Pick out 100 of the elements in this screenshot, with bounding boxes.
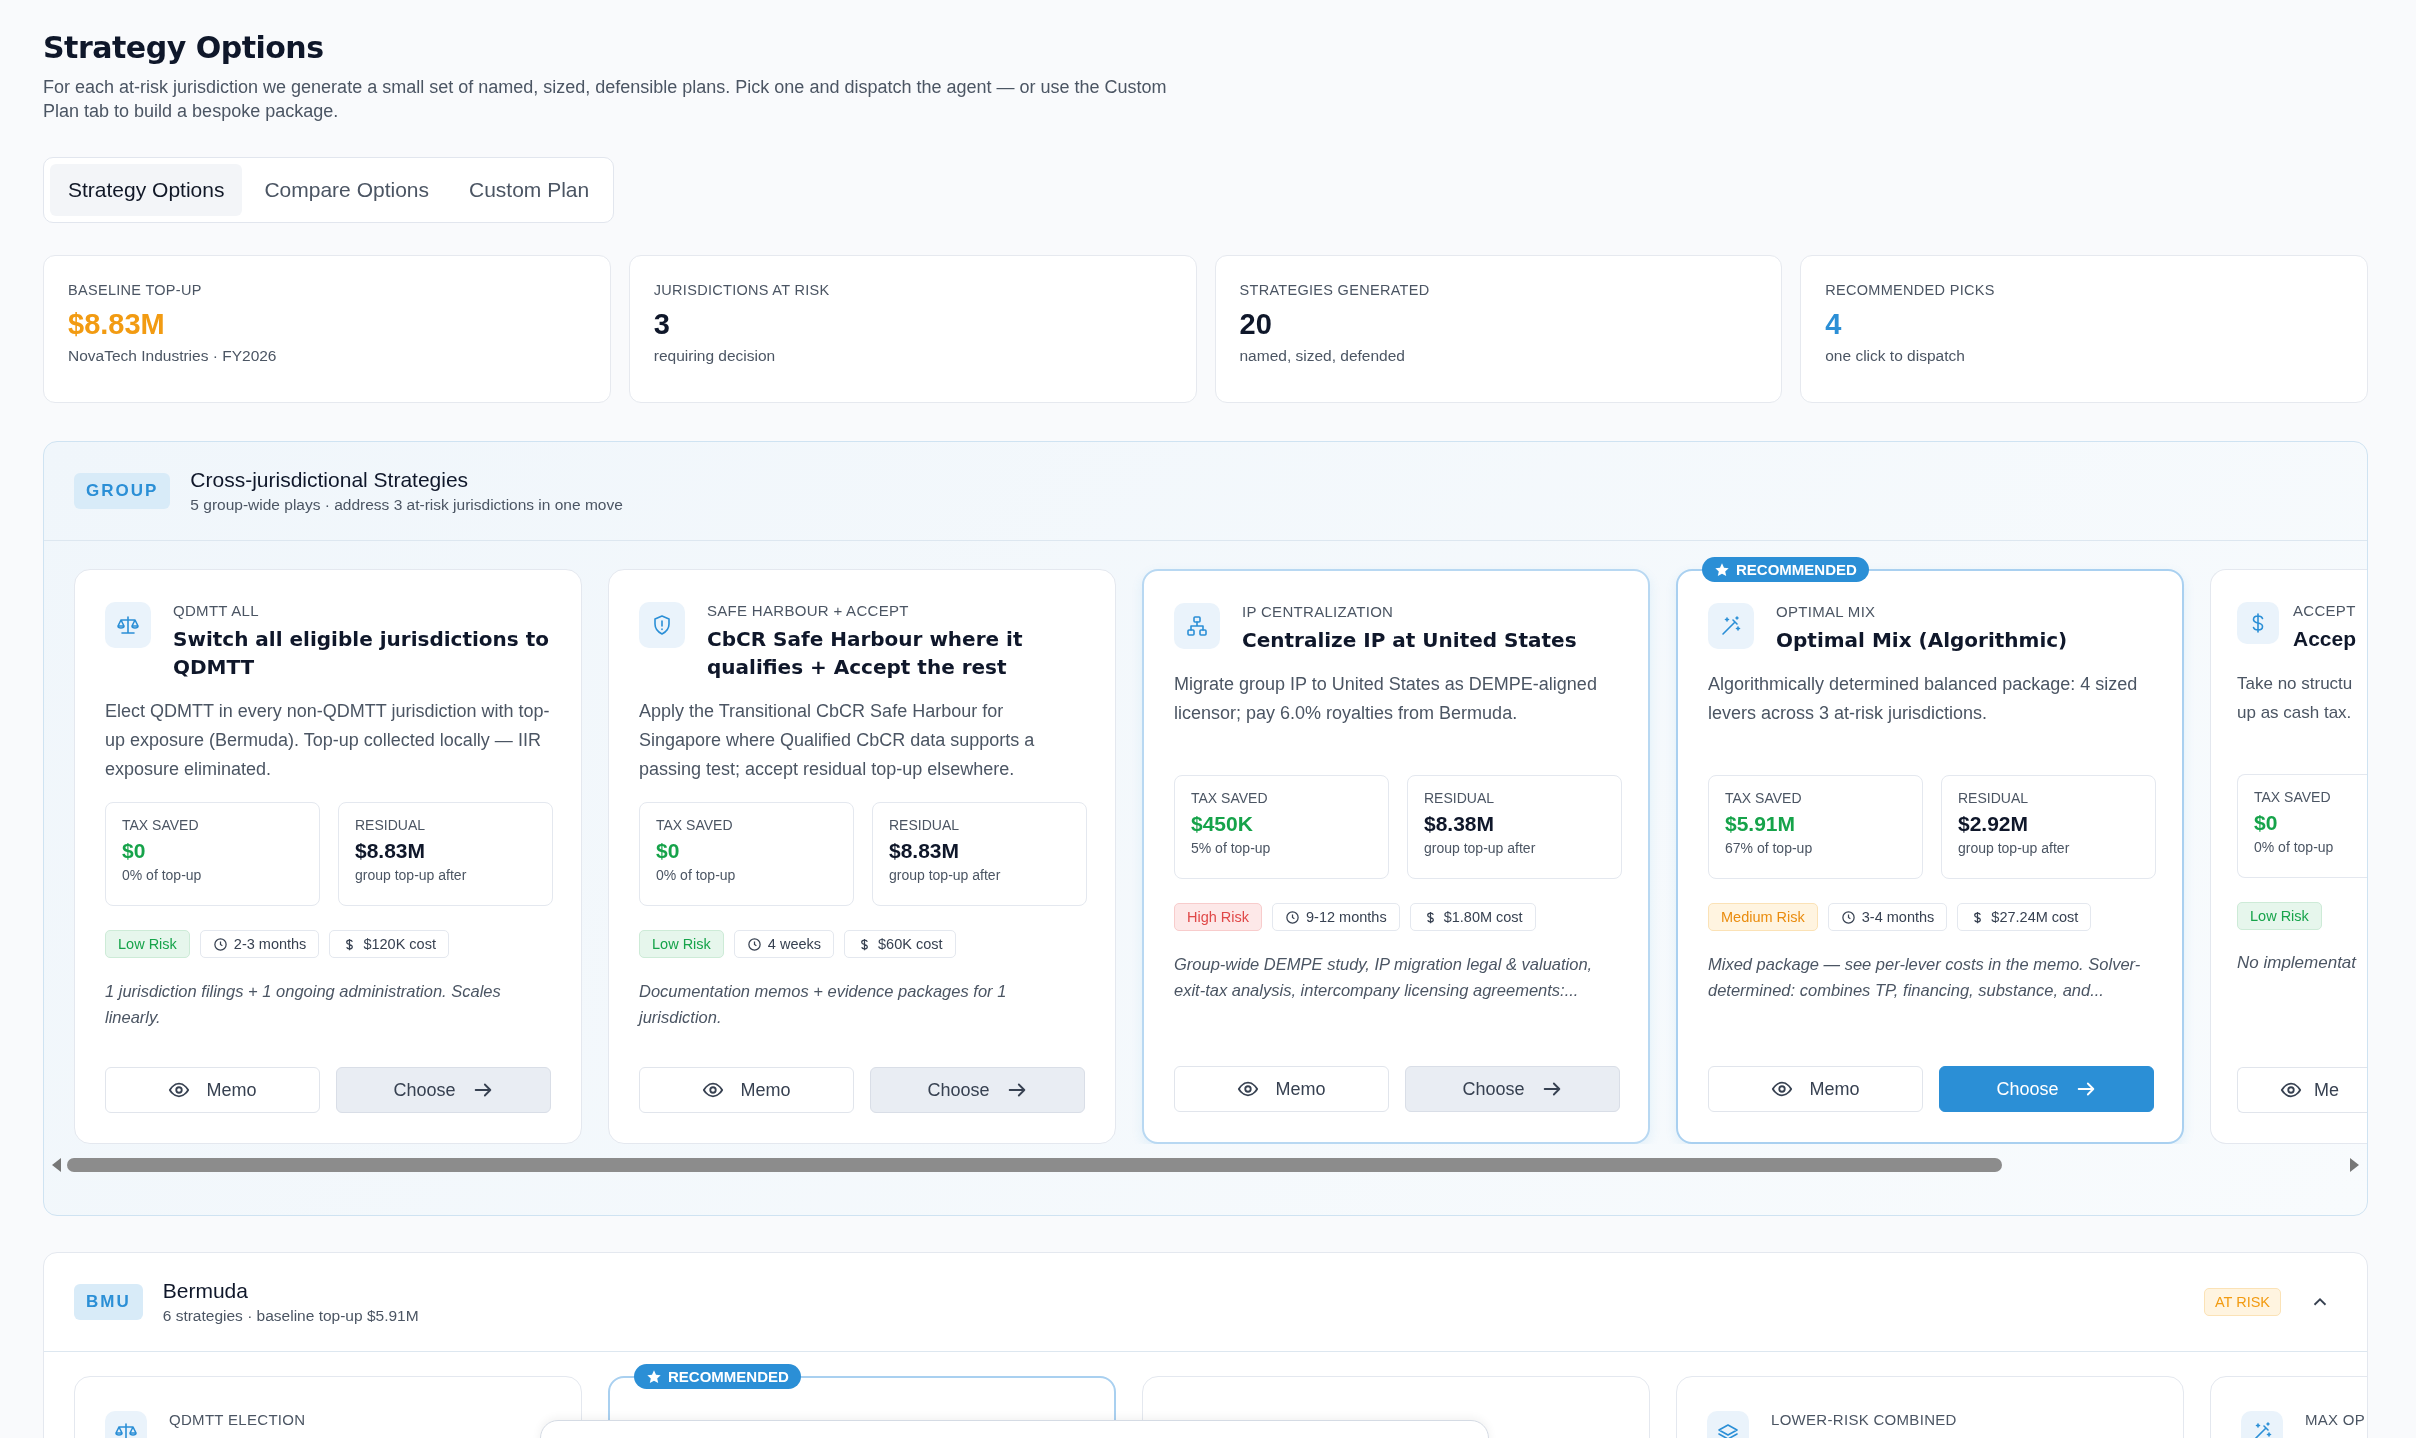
- risk-tag: Medium Risk: [1708, 903, 1818, 931]
- strategy-description: Migrate group IP to United States as DEMPE-aligned licensor; pay 6.0% royalties from Bermuda.: [1174, 673, 1598, 725]
- scrollbar[interactable]: [52, 1156, 2359, 1174]
- strategy-type: MAX OP: [2305, 1411, 2366, 1428]
- stat-value: 4: [1825, 308, 1843, 341]
- strategy-type: SAFE HARBOUR + ACCEPT: [707, 602, 910, 619]
- stat-note: one click to dispatch: [1825, 347, 1966, 365]
- tab[interactable]: Strategy Options: [50, 164, 243, 216]
- metric-value: $450K: [1191, 812, 1254, 836]
- scales-icon: [114, 1420, 138, 1438]
- implementation-note: No implementat: [2237, 952, 2357, 974]
- metric-value: $0: [122, 839, 147, 863]
- stat-value: 20: [1239, 308, 1273, 341]
- cost-text: $1.80M cost: [1443, 909, 1523, 925]
- stat-note: named, sized, defended: [1239, 347, 1406, 365]
- stat-note: NovaTech Industries · FY2026: [68, 347, 278, 365]
- memo-button[interactable]: Memo: [105, 1067, 320, 1113]
- choose-button[interactable]: Choose: [870, 1067, 1085, 1113]
- section-title: Cross-jurisdictional Strategies: [190, 468, 470, 492]
- metric-label: TAX SAVED: [122, 817, 200, 833]
- metric-label: TAX SAVED: [2254, 789, 2332, 805]
- risk-tag: High Risk: [1174, 903, 1263, 931]
- cost-text: $27.24M cost: [1991, 909, 2079, 925]
- clock-icon: [1285, 909, 1301, 925]
- scrollbar-thumb[interactable]: [67, 1158, 2003, 1172]
- metric-note: group top-up after: [889, 867, 1002, 883]
- stat-value: 3: [653, 308, 671, 341]
- metric-label: RESIDUAL: [1424, 790, 1496, 806]
- stat-note: requiring decision: [653, 347, 777, 365]
- strategy-type: OPTIMAL MIX: [1776, 603, 1877, 620]
- section-subtitle: 6 strategies · baseline top-up $5.91M: [162, 1307, 419, 1325]
- risk-tag: Low Risk: [105, 930, 190, 958]
- strategy-title: Centralize IP at United States: [1242, 627, 1577, 654]
- metric-label: RESIDUAL: [889, 817, 961, 833]
- strategy-description: Algorithmically determined balanced package: 4 sized levers across 3 at-risk jurisdictions.: [1708, 673, 2139, 725]
- hierarchy-icon: [1185, 614, 1209, 638]
- strategy-description: Apply the Transitional CbCR Safe Harbour for Singapore where Qualified CbCR data supports a passing test; accept residual top-up elsewhere.: [639, 700, 1036, 781]
- clock-icon: [212, 936, 228, 952]
- memo-button[interactable]: Me: [2237, 1067, 2367, 1113]
- strategy-description: Take no structu up as cash tax.: [2237, 673, 2353, 724]
- stat-label: RECOMMENDED PICKS: [1825, 282, 1996, 298]
- star-icon: [1714, 561, 1730, 578]
- scales-icon: [116, 613, 140, 637]
- strategy-type: QDMTT ELECTION: [169, 1411, 306, 1428]
- metric-label: RESIDUAL: [1958, 790, 2030, 806]
- metric-note: group top-up after: [1424, 840, 1537, 856]
- metric-note: group top-up after: [355, 867, 468, 883]
- metric-value: $8.83M: [355, 839, 427, 863]
- duration-text: 4 weeks: [767, 936, 822, 952]
- section-title: Bermuda: [162, 1279, 249, 1303]
- metric-note: group top-up after: [1958, 840, 2071, 856]
- strategy-title: CbCR Safe Harbour where it qualifies + Accept the rest: [707, 626, 1024, 681]
- duration-text: 3-4 months: [1861, 909, 1935, 925]
- scroll-right-arrow[interactable]: [2350, 1158, 2359, 1172]
- strategy-description: Elect QDMTT in every non-QDMTT jurisdiction with top-up exposure (Bermuda). Top-up collected locally — IIR exposure eliminated.: [105, 700, 551, 781]
- group-badge: GROUP: [74, 473, 171, 509]
- choose-button[interactable]: Choose: [1405, 1066, 1620, 1112]
- strategy-type: ACCEPT: [2293, 602, 2357, 619]
- tab[interactable]: Custom Plan: [451, 164, 608, 216]
- cost-text: $120K cost: [363, 936, 436, 952]
- memo-button[interactable]: Memo: [639, 1067, 854, 1113]
- tab[interactable]: Compare Options: [246, 164, 447, 216]
- metric-label: TAX SAVED: [656, 817, 734, 833]
- metric-value: $0: [2254, 811, 2279, 835]
- strategy-type: IP CENTRALIZATION: [1242, 603, 1395, 620]
- metric-label: RESIDUAL: [355, 817, 427, 833]
- memo-button[interactable]: Memo: [1174, 1066, 1389, 1112]
- implementation-note: Documentation memos + evidence packages for 1 jurisdiction.: [639, 981, 1008, 1028]
- cost-text: $60K cost: [878, 936, 943, 952]
- metric-note: 0% of top-up: [122, 867, 203, 883]
- stat-label: STRATEGIES GENERATED: [1239, 282, 1431, 298]
- country-badge: BMU: [74, 1284, 143, 1320]
- strategy-type: QDMTT ALL: [173, 602, 260, 619]
- memo-button[interactable]: Memo: [1708, 1066, 1923, 1112]
- choose-button[interactable]: Choose: [336, 1067, 551, 1113]
- strategy-type: LOWER-RISK COMBINED: [1771, 1411, 1957, 1428]
- page-title: Strategy Options: [43, 30, 325, 65]
- duration-text: 9-12 months: [1306, 909, 1387, 925]
- strategy-title: Switch all eligible jurisdictions to QDMTT: [173, 626, 550, 681]
- stat-value: $8.83M: [68, 308, 166, 341]
- section-subtitle: 5 group-wide plays · address 3 at-risk jurisdictions in one move: [190, 496, 623, 514]
- star-icon: [646, 1368, 662, 1385]
- metric-value: $5.91M: [1725, 812, 1797, 836]
- strategy-title: Accep: [2293, 626, 2357, 652]
- recommended-text: RECOMMENDED: [668, 1368, 789, 1385]
- clock-icon: [746, 936, 762, 952]
- duration-text: 2-3 months: [233, 936, 307, 952]
- magic-wand-icon: [1719, 614, 1743, 638]
- implementation-note: Group-wide DEMPE study, IP migration legal & valuation, exit-tax analysis, intercompany licensing agreements:...: [1174, 954, 1594, 1001]
- clock-icon: [1840, 909, 1856, 925]
- metric-label: TAX SAVED: [1725, 790, 1803, 806]
- metric-note: 5% of top-up: [1191, 840, 1272, 856]
- metric-value: $8.38M: [1424, 812, 1496, 836]
- choose-button[interactable]: Choose: [1939, 1066, 2154, 1112]
- metric-value: $2.92M: [1958, 812, 2030, 836]
- status-badge: AT RISK: [2203, 1288, 2281, 1316]
- page-description: For each at-risk jurisdiction we generate a small set of named, sized, defensible plans. Pick one and dispatch the agent — or use the Custom Plan tab to build a bespoke package.: [43, 76, 1168, 123]
- strategy-title: Optimal Mix (Algorithmic): [1776, 627, 2068, 654]
- metric-note: 67% of top-up: [1725, 840, 1814, 856]
- implementation-note: 1 jurisdiction filings + 1 ongoing administration. Scales linearly.: [105, 981, 502, 1028]
